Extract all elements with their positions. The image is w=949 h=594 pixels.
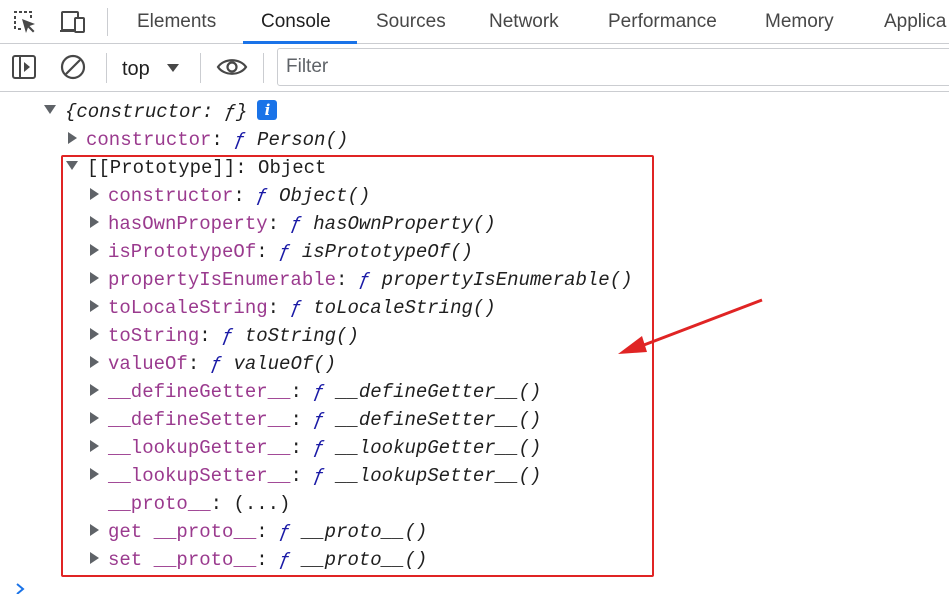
root-object-label: {constructor: ƒ} — [65, 101, 248, 123]
context-selector[interactable]: top — [122, 44, 150, 92]
tab-console[interactable]: Console — [261, 0, 331, 43]
tab-bar-separator — [107, 8, 108, 36]
tab-sources[interactable]: Sources — [376, 0, 446, 43]
property-key: constructor — [86, 129, 212, 151]
sidebar-toggle-icon[interactable] — [10, 53, 38, 81]
tab-network[interactable]: Network — [489, 0, 559, 43]
function-glyph: ƒ — [234, 129, 246, 151]
tab-memory[interactable]: Memory — [765, 0, 834, 43]
filter-input[interactable] — [277, 48, 949, 86]
tree-root-row[interactable]: {constructor: ƒ} i — [44, 98, 278, 126]
inspect-element-icon[interactable] — [11, 8, 39, 36]
device-toolbar-icon[interactable] — [59, 8, 87, 36]
toolbar-separator — [106, 53, 107, 83]
collapse-triangle-icon[interactable] — [44, 105, 56, 115]
toolbar-separator — [200, 53, 201, 83]
chevron-down-icon[interactable] — [166, 63, 180, 73]
tab-elements[interactable]: Elements — [137, 0, 216, 43]
console-prompt-chevron-icon — [16, 583, 25, 594]
live-expression-eye-icon[interactable] — [216, 53, 248, 81]
console-toolbar: top — [0, 44, 949, 92]
tab-application[interactable]: Applica — [884, 0, 946, 43]
function-name: Person() — [257, 129, 349, 151]
tree-row-constructor[interactable]: constructor: ƒ Person() — [66, 126, 348, 154]
annotation-highlight-box — [61, 155, 654, 577]
info-icon[interactable]: i — [257, 99, 278, 120]
expand-triangle-icon[interactable] — [68, 131, 77, 144]
tab-performance[interactable]: Performance — [608, 0, 717, 43]
toolbar-separator — [263, 53, 264, 83]
clear-console-icon[interactable] — [59, 53, 87, 81]
devtools-tab-bar: Elements Console Sources Network Perform… — [0, 0, 949, 44]
annotation-arrow-icon — [618, 298, 763, 354]
